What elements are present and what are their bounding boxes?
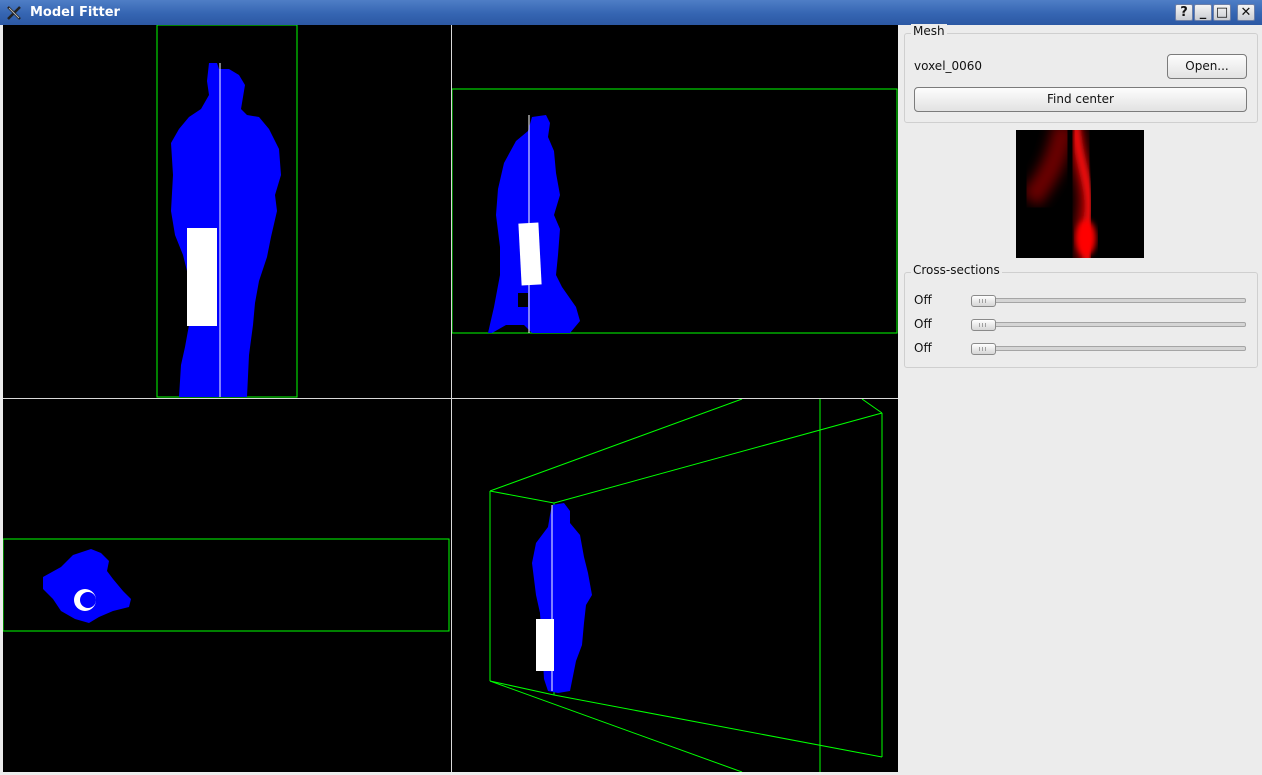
- center-point: [80, 592, 96, 608]
- slider-z-label: Off: [914, 341, 932, 355]
- minimize-button[interactable]: _: [1194, 4, 1212, 21]
- help-button[interactable]: ?: [1175, 4, 1193, 21]
- model-fitter-window: Model Fitter ? _ □ ✕ Mesh voxel_0060 Ope…: [0, 0, 1262, 775]
- perspective-view-canvas[interactable]: [452, 399, 898, 772]
- app-icon: [7, 6, 21, 20]
- grip-icon: [979, 347, 988, 351]
- cross-sections-group-title: Cross-sections: [911, 263, 1002, 277]
- grip-icon: [979, 299, 988, 303]
- slider-x-label: Off: [914, 293, 932, 307]
- slider-x-handle[interactable]: [971, 295, 996, 307]
- viewport-area: [3, 25, 898, 772]
- side-panel: Mesh voxel_0060 Open... Find center Cros…: [899, 24, 1262, 775]
- cross-sections-group: Cross-sections: [904, 263, 1258, 368]
- top-view-canvas[interactable]: [3, 399, 451, 772]
- front-view-canvas[interactable]: [3, 25, 451, 398]
- mesh-group-title: Mesh: [911, 24, 947, 38]
- shadow-gap: [518, 293, 528, 307]
- slider-y-track[interactable]: [971, 322, 1246, 327]
- maximize-button[interactable]: □: [1213, 4, 1231, 21]
- slider-z-handle[interactable]: [971, 343, 996, 355]
- close-button[interactable]: ✕: [1237, 4, 1255, 21]
- preview-heatmap: [1021, 130, 1096, 258]
- window-title: Model Fitter: [30, 5, 120, 20]
- grip-icon: [979, 323, 988, 327]
- top-view[interactable]: [3, 399, 451, 772]
- mesh-name-label: voxel_0060: [914, 59, 983, 73]
- front-view[interactable]: [3, 25, 451, 398]
- perspective-view[interactable]: [452, 399, 898, 772]
- mesh-silhouette: [43, 549, 131, 623]
- side-view[interactable]: [452, 25, 898, 398]
- find-center-button[interactable]: Find center: [914, 87, 1247, 112]
- slider-z-track[interactable]: [971, 346, 1246, 351]
- fit-cylinder: [518, 222, 542, 286]
- slider-y-handle[interactable]: [971, 319, 996, 331]
- viewport-divider-vertical[interactable]: [451, 25, 452, 772]
- title-bar[interactable]: Model Fitter ? _ □ ✕: [0, 0, 1262, 25]
- fit-cylinder: [187, 228, 217, 326]
- cross-section-preview: [1016, 130, 1144, 258]
- side-view-canvas[interactable]: [452, 25, 898, 398]
- slider-x-track[interactable]: [971, 298, 1246, 303]
- slider-y-label: Off: [914, 317, 932, 331]
- fit-cylinder: [536, 619, 554, 671]
- open-button[interactable]: Open...: [1167, 54, 1247, 79]
